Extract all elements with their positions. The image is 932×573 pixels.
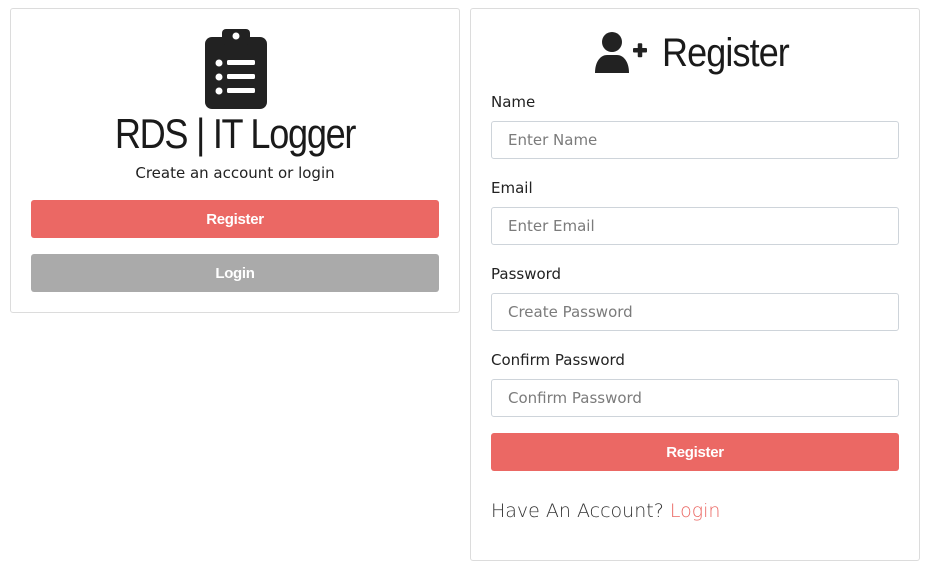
register-heading-text: Register	[661, 30, 790, 75]
email-label: Email	[491, 179, 533, 197]
confirm-password-input[interactable]	[491, 379, 899, 417]
app-subtitle: Create an account or login	[135, 164, 335, 182]
have-account-line: Have An Account? Login	[491, 498, 720, 524]
confirm-password-label: Confirm Password	[491, 351, 625, 369]
name-input[interactable]	[491, 121, 899, 159]
submit-register-button[interactable]: Register	[491, 433, 899, 471]
register-card: Register Name Email Password Confirm Pas…	[470, 8, 920, 561]
password-input[interactable]	[491, 293, 899, 331]
login-link[interactable]: Login	[670, 500, 721, 522]
clipboard-list-icon	[205, 29, 267, 109]
name-label: Name	[491, 93, 536, 111]
user-plus-icon	[594, 32, 647, 73]
password-label: Password	[491, 265, 562, 283]
have-account-text: Have An Account?	[491, 500, 664, 522]
email-input[interactable]	[491, 207, 899, 245]
login-button[interactable]: Login	[31, 254, 439, 292]
register-button[interactable]: Register	[31, 200, 439, 238]
register-heading: Register	[471, 27, 919, 79]
app-title: RDS | IT Logger	[114, 110, 357, 157]
welcome-card: RDS | IT Logger Create an account or log…	[10, 8, 460, 313]
